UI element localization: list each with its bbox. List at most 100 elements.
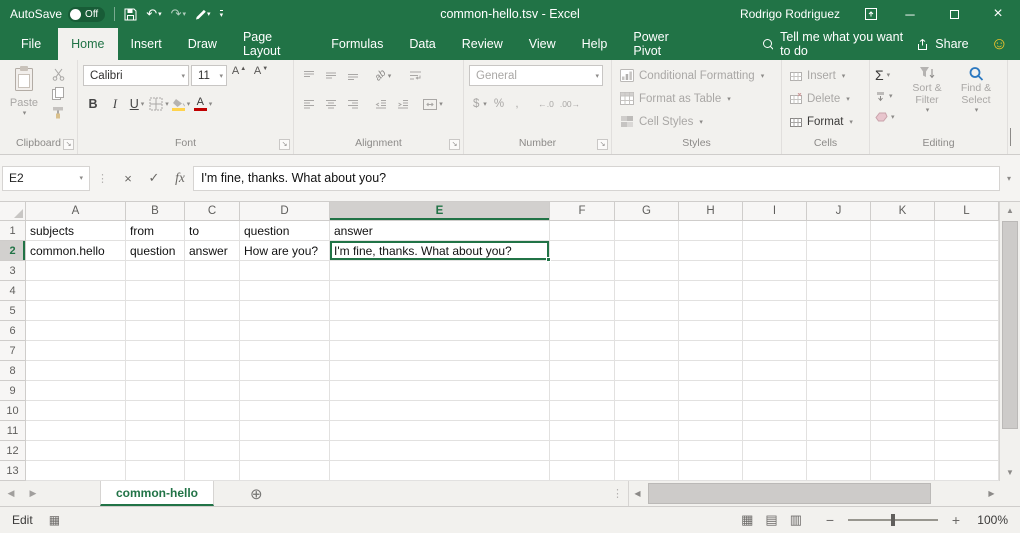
autosum-button[interactable]: Σ▾ [875,65,901,85]
cell-G3[interactable] [615,261,679,281]
tab-page-layout[interactable]: Page Layout [230,28,318,60]
cell-F8[interactable] [550,361,615,381]
formula-bar-resizer[interactable]: ⋮ [90,172,115,185]
font-color-button[interactable]: A ▾ [193,93,213,115]
cell-E8[interactable] [330,361,550,381]
cell-H13[interactable] [679,461,743,481]
cell-C5[interactable] [185,301,240,321]
cell-J2[interactable] [807,241,871,261]
bold-button[interactable]: B [83,93,103,115]
conditional-formatting-button[interactable]: Conditional Formatting▾ [617,64,776,87]
normal-view-button[interactable]: ▦ [741,512,753,528]
cell-I8[interactable] [743,361,807,381]
alignment-dialog-launcher[interactable]: ↘ [449,139,460,150]
underline-button[interactable]: U▾ [127,93,147,115]
cell-C13[interactable] [185,461,240,481]
cell-D13[interactable] [240,461,330,481]
row-header-10[interactable]: 10 [0,401,26,421]
cell-E10[interactable] [330,401,550,421]
sort-filter-button[interactable]: Sort & Filter▾ [904,64,950,136]
cell-B3[interactable] [126,261,185,281]
cell-L3[interactable] [935,261,999,281]
cell-K13[interactable] [871,461,935,481]
page-layout-view-button[interactable]: ▤ [765,512,777,528]
fill-handle[interactable] [546,257,551,262]
cell-G12[interactable] [615,441,679,461]
middle-align-button[interactable] [321,65,341,87]
accounting-format-button[interactable]: $▾ [469,93,489,115]
cell-D7[interactable] [240,341,330,361]
cell-C3[interactable] [185,261,240,281]
cell-H8[interactable] [679,361,743,381]
cell-I12[interactable] [743,441,807,461]
copy-button[interactable] [48,86,68,101]
cell-J3[interactable] [807,261,871,281]
wrap-text-button[interactable] [405,65,425,87]
cell-H6[interactable] [679,321,743,341]
cell-F13[interactable] [550,461,615,481]
tab-draw[interactable]: Draw [175,28,230,60]
row-header-13[interactable]: 13 [0,461,26,481]
decrease-font-size-button[interactable]: A▼ [251,65,271,87]
cell-J5[interactable] [807,301,871,321]
cell-E13[interactable] [330,461,550,481]
cell-I10[interactable] [743,401,807,421]
column-header-G[interactable]: G [615,202,679,221]
cell-J7[interactable] [807,341,871,361]
align-left-button[interactable] [299,93,319,115]
cell-F1[interactable] [550,221,615,241]
cell-D10[interactable] [240,401,330,421]
row-header-4[interactable]: 4 [0,281,26,301]
cell-I4[interactable] [743,281,807,301]
clipboard-dialog-launcher[interactable]: ↘ [63,139,74,150]
cell-D11[interactable] [240,421,330,441]
cell-A3[interactable] [26,261,126,281]
cell-K10[interactable] [871,401,935,421]
cell-G10[interactable] [615,401,679,421]
cell-H7[interactable] [679,341,743,361]
increase-decimal-button[interactable]: ←.0 [535,93,557,115]
cell-H5[interactable] [679,301,743,321]
maximize-button[interactable] [932,0,976,28]
tab-insert[interactable]: Insert [118,28,175,60]
increase-font-size-button[interactable]: A▲ [229,65,249,87]
format-cells-button[interactable]: Format▾ [787,110,864,133]
row-header-2[interactable]: 2 [0,241,26,261]
share-button[interactable]: Share [916,28,968,60]
cell-D12[interactable] [240,441,330,461]
find-select-button[interactable]: Find & Select▾ [953,64,999,136]
cell-G4[interactable] [615,281,679,301]
tab-review[interactable]: Review [449,28,516,60]
cell-F4[interactable] [550,281,615,301]
cell-H4[interactable] [679,281,743,301]
scroll-left-icon[interactable]: ◀ [629,489,646,498]
cell-F11[interactable] [550,421,615,441]
cell-B9[interactable] [126,381,185,401]
cell-D4[interactable] [240,281,330,301]
cell-F9[interactable] [550,381,615,401]
vertical-scroll-thumb[interactable] [1002,221,1018,429]
cell-E4[interactable] [330,281,550,301]
tell-me-box[interactable]: Tell me what you want to do [762,28,917,60]
cell-K8[interactable] [871,361,935,381]
cell-F6[interactable] [550,321,615,341]
bottom-align-button[interactable] [343,65,363,87]
customize-quick-access-button[interactable]: ▾ [220,10,224,19]
ribbon-display-options-button[interactable] [854,0,888,28]
autosave-toggle[interactable]: Off [68,7,105,22]
merge-center-button[interactable]: ▾ [423,93,443,115]
cell-L11[interactable] [935,421,999,441]
cell-G2[interactable] [615,241,679,261]
font-size-combo[interactable]: 11 ▾ [191,65,227,86]
minimize-button[interactable]: ─ [888,0,932,28]
cell-C12[interactable] [185,441,240,461]
cell-A12[interactable] [26,441,126,461]
horizontal-scrollbar[interactable]: ◀ ▶ [628,481,1000,506]
cell-C1[interactable]: to [185,221,240,241]
cell-D3[interactable] [240,261,330,281]
column-header-J[interactable]: J [807,202,871,221]
row-header-11[interactable]: 11 [0,421,26,441]
cell-L13[interactable] [935,461,999,481]
cell-D5[interactable] [240,301,330,321]
tab-home[interactable]: Home [58,28,117,60]
